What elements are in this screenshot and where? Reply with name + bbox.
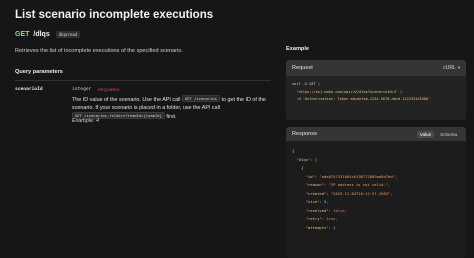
json-key: "resolved": xyxy=(305,207,331,213)
language-select-value: cURL xyxy=(443,65,456,71)
json-key: "dlqs": [ xyxy=(296,156,318,162)
json-key: "attempts": xyxy=(305,224,331,230)
param-desc-part3: first. xyxy=(166,114,177,120)
json-value: 1 xyxy=(333,224,336,230)
json-line: "dlqs": [ xyxy=(292,156,460,165)
json-brace: { xyxy=(301,165,304,170)
code-line: curl -X GET \ xyxy=(292,82,321,86)
request-url: 'https://eu1.make.com/api/v2/dlqs?scenar… xyxy=(292,89,403,94)
json-line: "attempts": 1 xyxy=(292,224,460,233)
example-heading: Example xyxy=(286,46,310,52)
scope-badge: dlqs:read xyxy=(55,31,81,38)
response-panel: Response Value Schema { "dlqs": [ { "id"… xyxy=(286,127,466,258)
header-flag: -H xyxy=(292,97,303,101)
page-title: List scenario incomplete executions xyxy=(15,9,214,21)
response-title: Response xyxy=(292,131,318,137)
json-key: "size": xyxy=(305,199,322,204)
json-line: { xyxy=(292,164,460,173)
code-line: 'https://eu1.make.com/api/v2/dlqs?scenar… xyxy=(292,89,460,97)
request-panel: Request cURL ▾ curl -X GET \ 'https://eu… xyxy=(286,60,466,120)
json-line: "size": 5, xyxy=(292,198,460,207)
endpoint-line: GET /dlqs dlqs:read xyxy=(15,31,81,38)
param-type: integer xyxy=(72,87,92,92)
json-value: true, xyxy=(326,216,338,221)
param-example: Example: 4 xyxy=(72,118,99,124)
json-line: { xyxy=(292,148,295,153)
json-line: "retry": true, xyxy=(292,215,460,224)
json-value: "2019-11-04T10:12:57.260Z", xyxy=(330,190,393,196)
param-name: scenarioId xyxy=(15,87,43,92)
request-title: Request xyxy=(292,65,313,71)
auth-header: 'Authorization: Token abcdefab-1234-5678… xyxy=(302,97,431,101)
json-value: 5, xyxy=(324,199,329,204)
json-line: "reason": "IP address is not valid.", xyxy=(292,181,460,190)
json-key: "created": xyxy=(305,190,329,196)
json-value: "IP address is not valid.", xyxy=(328,182,391,187)
request-code: curl -X GET \ 'https://eu1.make.com/api/… xyxy=(286,76,466,109)
json-line: "resolved": false, xyxy=(292,207,460,216)
param-description: The ID value of the scenario. Use the AP… xyxy=(72,95,277,121)
api-call-code-scenarios: GET /scenarios xyxy=(181,95,220,102)
required-badge: REQUIRED xyxy=(98,88,120,92)
section-divider xyxy=(15,80,271,81)
json-key: "reason": xyxy=(305,182,327,187)
chevron-down-icon: ▾ xyxy=(457,65,460,70)
param-desc-part1: The ID value of the scenario. Use the AP… xyxy=(72,97,181,103)
response-header: Response Value Schema xyxy=(286,127,466,141)
json-value: "ada8757331864c6198772089ad0d7dd", xyxy=(319,173,398,179)
request-header: Request cURL ▾ xyxy=(286,60,466,76)
code-line: -H 'Authorization: Token abcdefab-1234-5… xyxy=(292,96,460,104)
json-key: "id": xyxy=(305,173,318,179)
tab-value[interactable]: Value xyxy=(416,130,435,138)
json-key: "retry": xyxy=(305,216,325,221)
endpoint-description: Retrieves the list of incomplete executi… xyxy=(15,48,183,54)
http-method: GET xyxy=(15,31,30,38)
language-select[interactable]: cURL ▾ xyxy=(443,65,460,71)
tab-schema[interactable]: Schema xyxy=(437,131,460,138)
endpoint-path: /dlqs xyxy=(33,31,50,38)
response-json: { "dlqs": [ { "id": "ada8757331864c61987… xyxy=(286,141,466,238)
response-tabs: Value Schema xyxy=(416,130,460,138)
json-line: "created": "2019-11-04T10:12:57.260Z", xyxy=(292,190,460,199)
json-value: false, xyxy=(333,207,347,213)
json-line: "id": "ada8757331864c6198772089ad0d7dd", xyxy=(292,173,460,182)
query-parameters-heading: Query parameters xyxy=(15,69,63,75)
